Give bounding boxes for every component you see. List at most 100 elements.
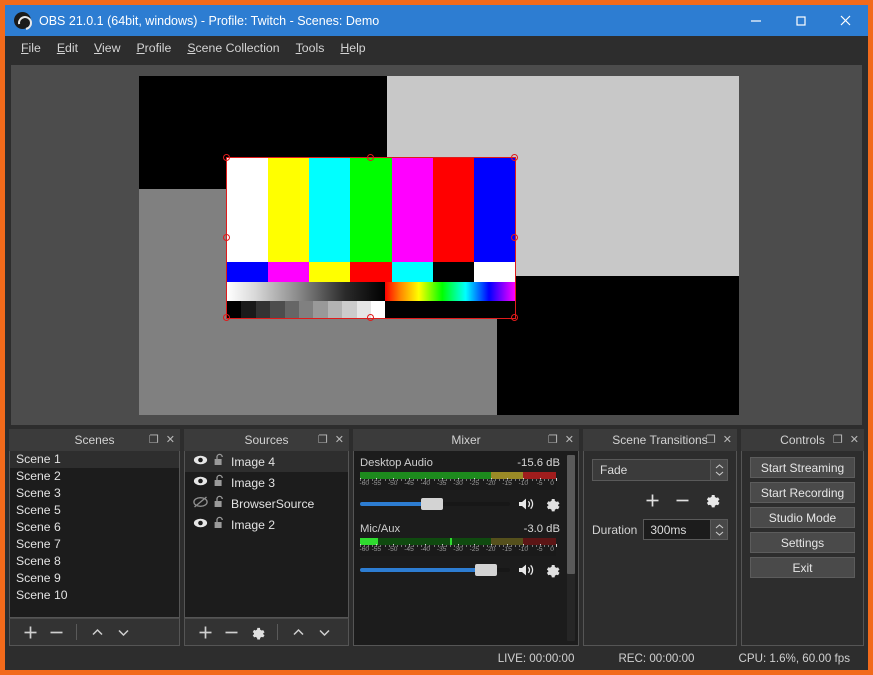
menu-view[interactable]: View (86, 39, 128, 57)
scene-list-item[interactable]: Scene 9 (10, 570, 179, 587)
close-icon[interactable]: ✕ (335, 435, 344, 446)
studio-mode-button[interactable]: Studio Mode (750, 507, 855, 528)
add-scene-icon[interactable] (18, 621, 42, 643)
close-icon[interactable]: ✕ (565, 435, 574, 446)
resize-handle-top-right[interactable] (511, 154, 518, 161)
move-source-up-icon[interactable] (286, 621, 310, 643)
slider-knob[interactable] (475, 564, 497, 576)
resize-handle-middle-right[interactable] (511, 234, 518, 241)
move-scene-up-icon[interactable] (85, 621, 109, 643)
resize-handle-top-center[interactable] (367, 154, 374, 161)
speaker-icon[interactable] (518, 562, 536, 578)
start-streaming-button[interactable]: Start Streaming (750, 457, 855, 478)
menu-edit[interactable]: Edit (49, 39, 86, 57)
meter-minor-tick (523, 545, 524, 547)
add-transition-icon[interactable] (642, 489, 662, 511)
float-icon[interactable]: ❐ (548, 435, 558, 446)
add-source-icon[interactable] (193, 621, 217, 643)
volume-slider[interactable] (360, 562, 510, 578)
visibility-eye-icon[interactable] (193, 516, 208, 534)
float-icon[interactable]: ❐ (706, 435, 716, 446)
resize-handle-bottom-left[interactable] (223, 314, 230, 321)
menu-tools[interactable]: Tools (288, 39, 333, 57)
sources-list-body[interactable]: Image 4 Image 3 (184, 451, 349, 618)
source-list-item[interactable]: Image 2 (185, 514, 348, 535)
lock-open-icon[interactable] (214, 495, 225, 513)
scene-list-item[interactable]: Scene 3 (10, 485, 179, 502)
meter-minor-tick (458, 479, 459, 481)
menu-profile[interactable]: Profile (128, 39, 179, 57)
minimize-button[interactable] (733, 5, 778, 36)
scene-list-item[interactable]: Scene 10 (10, 587, 179, 604)
scene-list-item[interactable]: Scene 5 (10, 502, 179, 519)
meter-scale-desktop: -60-55-50-45-40-35-30-25-20-15-10-50 (360, 480, 556, 490)
transition-properties-gear-icon[interactable] (702, 489, 722, 511)
background-source-bottom-right[interactable] (497, 276, 739, 415)
lock-open-icon[interactable] (214, 474, 225, 492)
meter-minor-tick (478, 479, 479, 481)
move-scene-down-icon[interactable] (111, 621, 135, 643)
scene-list-item[interactable]: Scene 8 (10, 553, 179, 570)
lock-open-icon[interactable] (214, 516, 225, 534)
source-list-item[interactable]: Image 3 (185, 472, 348, 493)
resize-handle-top-left[interactable] (223, 154, 230, 161)
scenes-list-body[interactable]: Scene 1 Scene 2 Scene 3 Scene 5 Scene 6 … (9, 451, 180, 618)
speaker-icon[interactable] (518, 496, 536, 512)
menu-scene-collection[interactable]: Scene Collection (179, 39, 287, 57)
scene-list-item[interactable]: Scene 6 (10, 519, 179, 536)
volume-slider[interactable] (360, 496, 510, 512)
meter-tick-label: -45 (404, 480, 414, 487)
audio-settings-gear-icon[interactable] (544, 562, 560, 578)
source-list-item[interactable]: BrowserSource (185, 493, 348, 514)
float-icon[interactable]: ❐ (149, 435, 159, 446)
meter-minor-tick (417, 545, 418, 547)
duration-input[interactable]: 300ms (643, 519, 728, 540)
selected-source-test-pattern[interactable] (227, 158, 515, 318)
close-button[interactable] (823, 5, 868, 36)
scrollbar-thumb[interactable] (567, 455, 575, 574)
meter-minor-tick (360, 479, 361, 481)
scene-list-item[interactable]: Scene 7 (10, 536, 179, 553)
scene-list-item[interactable]: Scene 2 (10, 468, 179, 485)
close-icon[interactable]: ✕ (850, 435, 859, 446)
exit-button[interactable]: Exit (750, 557, 855, 578)
start-recording-button[interactable]: Start Recording (750, 482, 855, 503)
resize-handle-bottom-center[interactable] (367, 314, 374, 321)
audio-settings-gear-icon[interactable] (544, 496, 560, 512)
meter-tick-label: -15 (502, 480, 512, 487)
source-name-label: BrowserSource (231, 497, 314, 511)
remove-source-icon[interactable] (219, 621, 243, 643)
float-icon[interactable]: ❐ (318, 435, 328, 446)
menu-help[interactable]: Help (332, 39, 373, 57)
transition-spinner-icon[interactable] (710, 460, 727, 480)
source-properties-gear-icon[interactable] (245, 621, 269, 643)
mixer-scrollbar[interactable] (567, 455, 575, 641)
duration-label: Duration (592, 523, 637, 537)
meter-minor-tick (429, 479, 430, 481)
duration-spinner-icon[interactable] (710, 520, 727, 539)
project-canvas[interactable] (139, 76, 739, 415)
remove-scene-icon[interactable] (44, 621, 68, 643)
duration-value: 300ms (644, 523, 686, 537)
scene-list-item[interactable]: Scene 1 (10, 451, 179, 468)
visibility-eye-icon[interactable] (193, 453, 208, 471)
visibility-eye-icon[interactable] (193, 474, 208, 492)
visibility-eye-hidden-icon[interactable] (193, 495, 208, 513)
meter-tick-label: -40 (421, 546, 431, 553)
transition-select[interactable]: Fade (592, 459, 728, 481)
close-icon[interactable]: ✕ (723, 435, 732, 446)
preview-canvas[interactable] (11, 65, 862, 425)
resize-handle-middle-left[interactable] (223, 234, 230, 241)
float-icon[interactable]: ❐ (833, 435, 843, 446)
move-source-down-icon[interactable] (312, 621, 336, 643)
remove-transition-icon[interactable] (672, 489, 692, 511)
maximize-button[interactable] (778, 5, 823, 36)
meter-minor-tick (454, 479, 455, 481)
slider-knob[interactable] (421, 498, 443, 510)
close-icon[interactable]: ✕ (166, 435, 175, 446)
lock-open-icon[interactable] (214, 453, 225, 471)
resize-handle-bottom-right[interactable] (511, 314, 518, 321)
source-list-item[interactable]: Image 4 (185, 451, 348, 472)
settings-button[interactable]: Settings (750, 532, 855, 553)
menu-file[interactable]: File (13, 39, 49, 57)
